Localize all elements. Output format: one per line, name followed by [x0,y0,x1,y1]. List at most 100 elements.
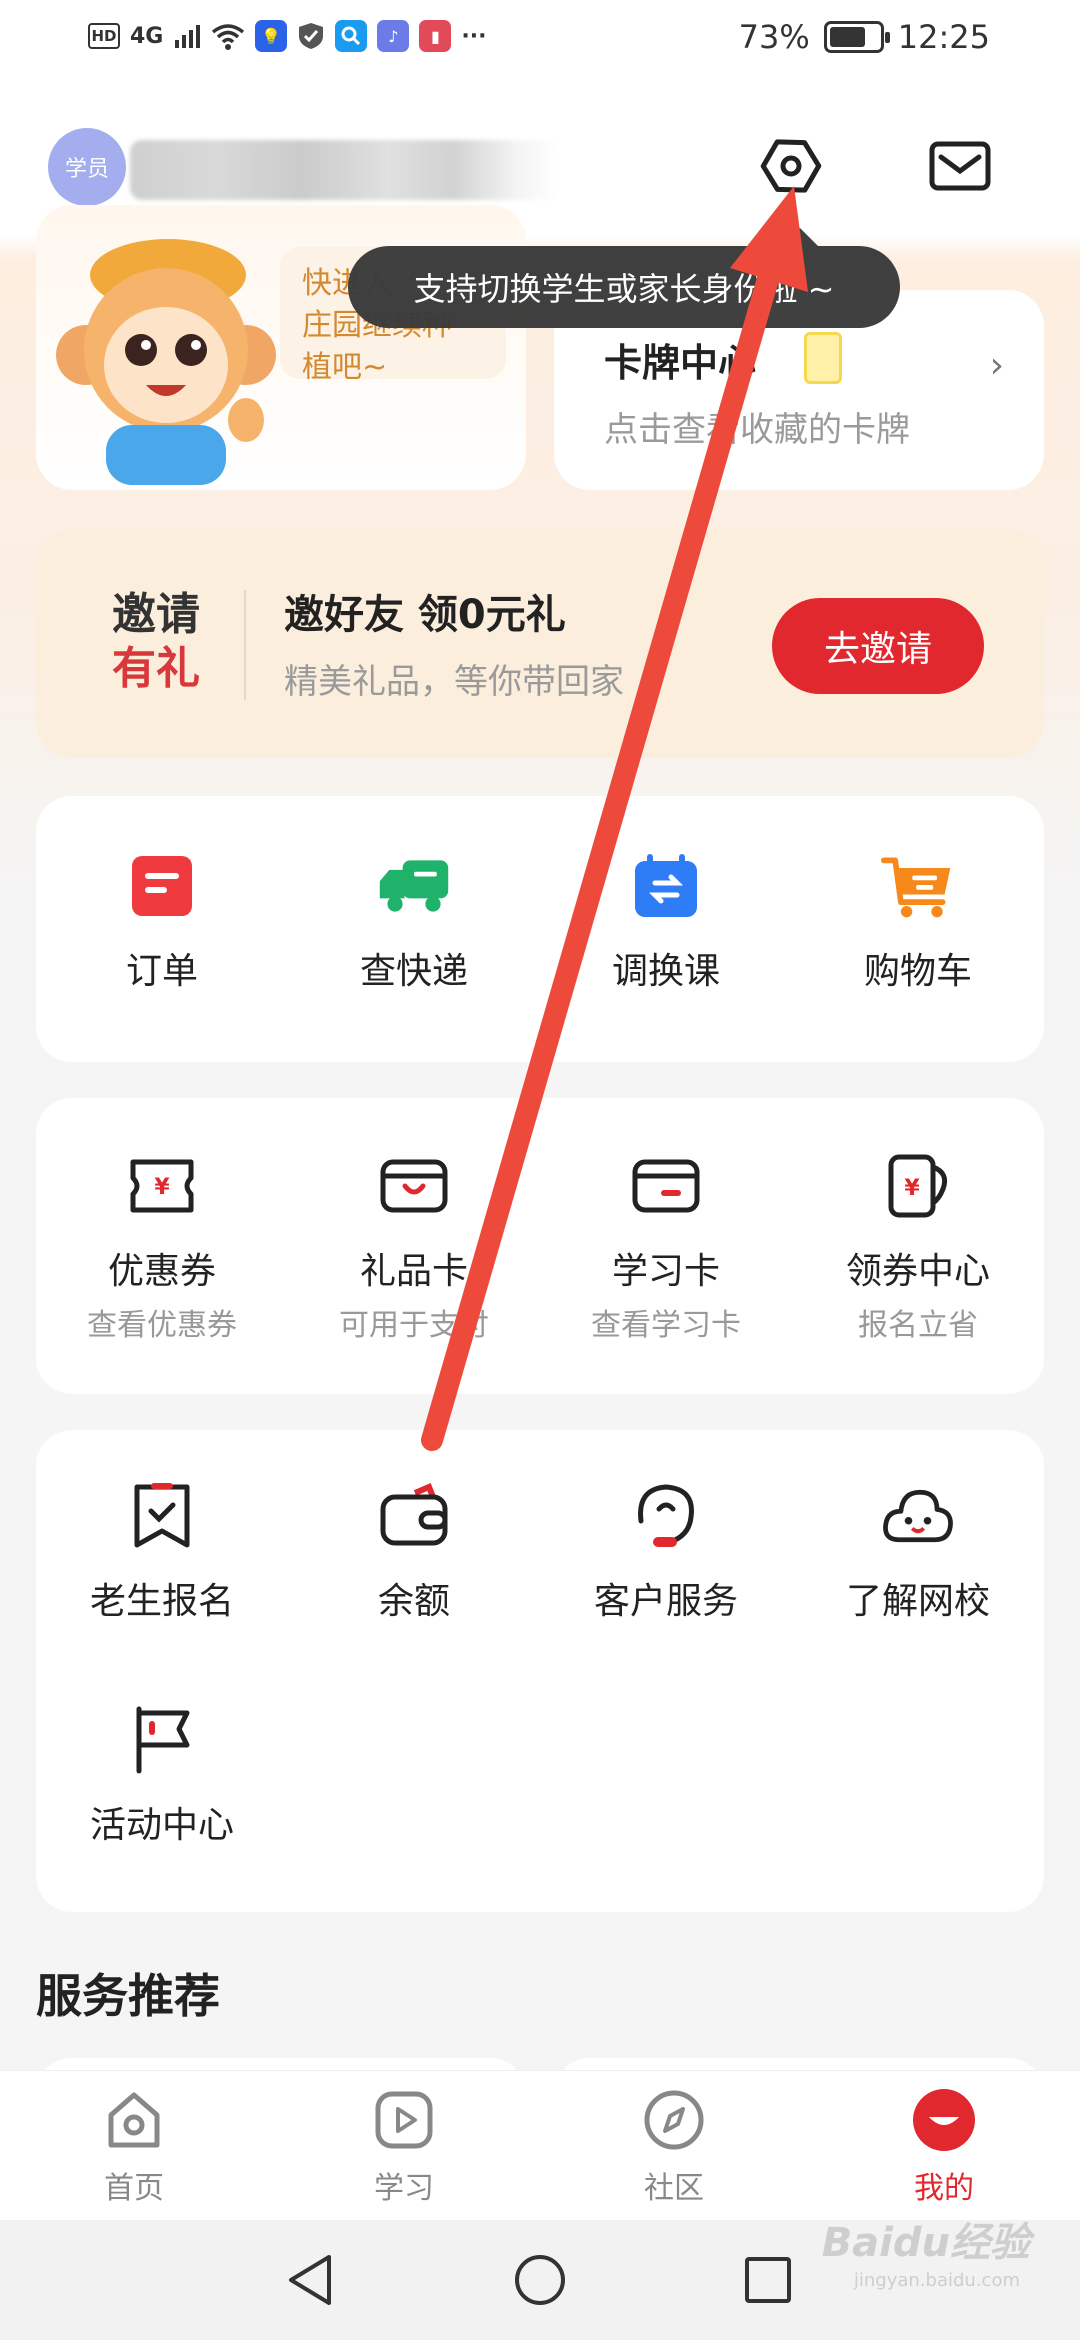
item-label: 老生报名 [89,1581,234,1622]
gift-card-icon [376,1148,452,1224]
item-label: 学习卡 [611,1251,720,1292]
network-label: 4G [130,23,164,49]
cart-entry[interactable]: 购物车 [792,848,1044,994]
watermark-url: jingyan.baidu.com [853,2270,1020,2291]
item-label: 查快递 [359,951,468,992]
wallet-icon [376,1478,452,1554]
item-label: 礼品卡 [359,1251,468,1292]
me-icon [911,2087,977,2153]
message-button[interactable] [925,131,995,201]
home-circle-icon [515,2255,565,2305]
flag-icon [124,1702,200,1778]
bulb-app-icon: 💡 [255,20,288,52]
order-entry[interactable]: 订单 [36,848,288,994]
about-school-entry[interactable]: 了解网校 [792,1478,1044,1624]
divider [244,590,246,700]
item-label: 优惠券 [107,1251,216,1292]
item-label: 订单 [125,951,198,992]
item-sublabel: 报名立省 [858,1308,978,1343]
coupon-center-icon: ¥ [880,1148,956,1224]
play-icon [371,2087,437,2153]
calendar-swap-icon [628,848,704,924]
tab-label: 学习 [374,2171,434,2206]
item-sublabel: 查看优惠券 [87,1308,237,1343]
activity-center-entry[interactable]: 活动中心 [36,1702,288,1848]
more-notifications: ··· [461,23,487,49]
card-center-subtitle: 点击查看收藏的卡牌 [604,410,910,450]
monkey-mascot-icon [56,239,276,485]
item-label: 调换课 [611,951,720,992]
gift-card-entry[interactable]: 礼品卡 可用于支付 [288,1148,540,1344]
item-label: 客户服务 [593,1581,738,1622]
bottom-tab-bar: 首页 学习 社区 我的 [0,2070,1080,2220]
search-app-icon [335,20,368,52]
invite-banner[interactable]: 邀请 有礼 邀好友 领0元礼 精美礼品，等你带回家 去邀请 [36,530,1044,758]
battery-icon [823,21,890,53]
item-label: 活动中心 [89,1805,234,1846]
hd-icon: HD [88,23,120,49]
card-center-title: 卡牌中心 [604,341,757,385]
settings-button[interactable] [756,131,826,201]
item-sublabel: 查看学习卡 [591,1308,741,1343]
headset-icon [628,1478,704,1554]
nav-home-button[interactable] [510,2250,570,2310]
cart-icon [880,848,956,924]
music-app-icon: ♪ [377,20,410,52]
back-triangle-icon [289,2255,331,2305]
card-badge-icon [804,332,842,384]
item-sublabel: 可用于支付 [339,1308,489,1343]
customer-service-entry[interactable]: 客户服务 [540,1478,792,1624]
renew-enroll-entry[interactable]: 老生报名 [36,1478,288,1624]
clock: 12:25 [897,18,990,56]
order-icon [124,848,200,924]
nav-recents-button[interactable] [738,2250,798,2310]
tab-me[interactable]: 我的 [854,2087,1034,2207]
nav-back-button[interactable] [280,2250,340,2310]
item-label: 领券中心 [845,1251,990,1292]
identity-switch-tooltip: 支持切换学生或家长身份啦 ~ [348,228,900,328]
quick-actions-panel: 订单 查快递 调换课 购物车 [36,796,1044,1062]
svg-text:¥: ¥ [154,1175,170,1200]
coupon-entry[interactable]: ¥ 优惠券 查看优惠券 [36,1148,288,1344]
tab-home[interactable]: 首页 [44,2087,224,2207]
home-icon [101,2087,167,2153]
services-panel: 老生报名 余额 客户服务 了解网校 活动中心 [36,1430,1044,1912]
battery-level [829,27,865,47]
tab-community[interactable]: 社区 [584,2087,764,2207]
book-app-icon: ▮ [419,20,452,52]
chevron-right-icon: › [989,345,1004,386]
envelope-icon [929,141,991,191]
express-entry[interactable]: 查快递 [288,848,540,994]
invite-button[interactable]: 去邀请 [772,598,984,694]
study-card-entry[interactable]: 学习卡 查看学习卡 [540,1148,792,1344]
wallet-panel: ¥ 优惠券 查看优惠券 礼品卡 可用于支付 学习卡 查看学习卡 ¥ 领券中心 报… [36,1098,1044,1394]
tab-label: 社区 [644,2171,704,2206]
tab-study[interactable]: 学习 [314,2087,494,2207]
shield-icon [299,23,324,49]
watermark-logo: Baidu经验 [821,2220,1030,2266]
invite-tag: 邀请 有礼 [112,588,200,696]
study-card-icon [628,1148,704,1224]
wifi-icon [212,24,245,50]
item-label: 余额 [377,1581,450,1622]
invite-subtitle: 精美礼品，等你带回家 [284,662,624,702]
invite-tag-line2: 有礼 [112,643,200,694]
signal-icon [175,25,201,48]
battery-percent: 73% [738,18,810,56]
bookmark-check-icon [124,1478,200,1554]
username-blurred [130,140,560,200]
cloud-face-icon [880,1478,956,1554]
recents-square-icon [745,2257,791,2303]
tab-label: 首页 [104,2171,164,2206]
avatar[interactable]: 学员 [48,128,126,206]
swap-class-entry[interactable]: 调换课 [540,848,792,994]
coupon-icon: ¥ [124,1148,200,1224]
hexagon-settings-icon [760,139,822,193]
balance-entry[interactable]: 余额 [288,1478,540,1624]
invite-tag-line1: 邀请 [112,589,200,640]
tab-label: 我的 [914,2171,974,2206]
status-bar: HD 4G 💡 ♪ ▮ ··· 73% 12:25 [0,0,1080,80]
coupon-center-entry[interactable]: ¥ 领券中心 报名立省 [792,1148,1044,1344]
svg-text:¥: ¥ [904,1176,920,1201]
section-title: 服务推荐 [36,1969,220,2023]
